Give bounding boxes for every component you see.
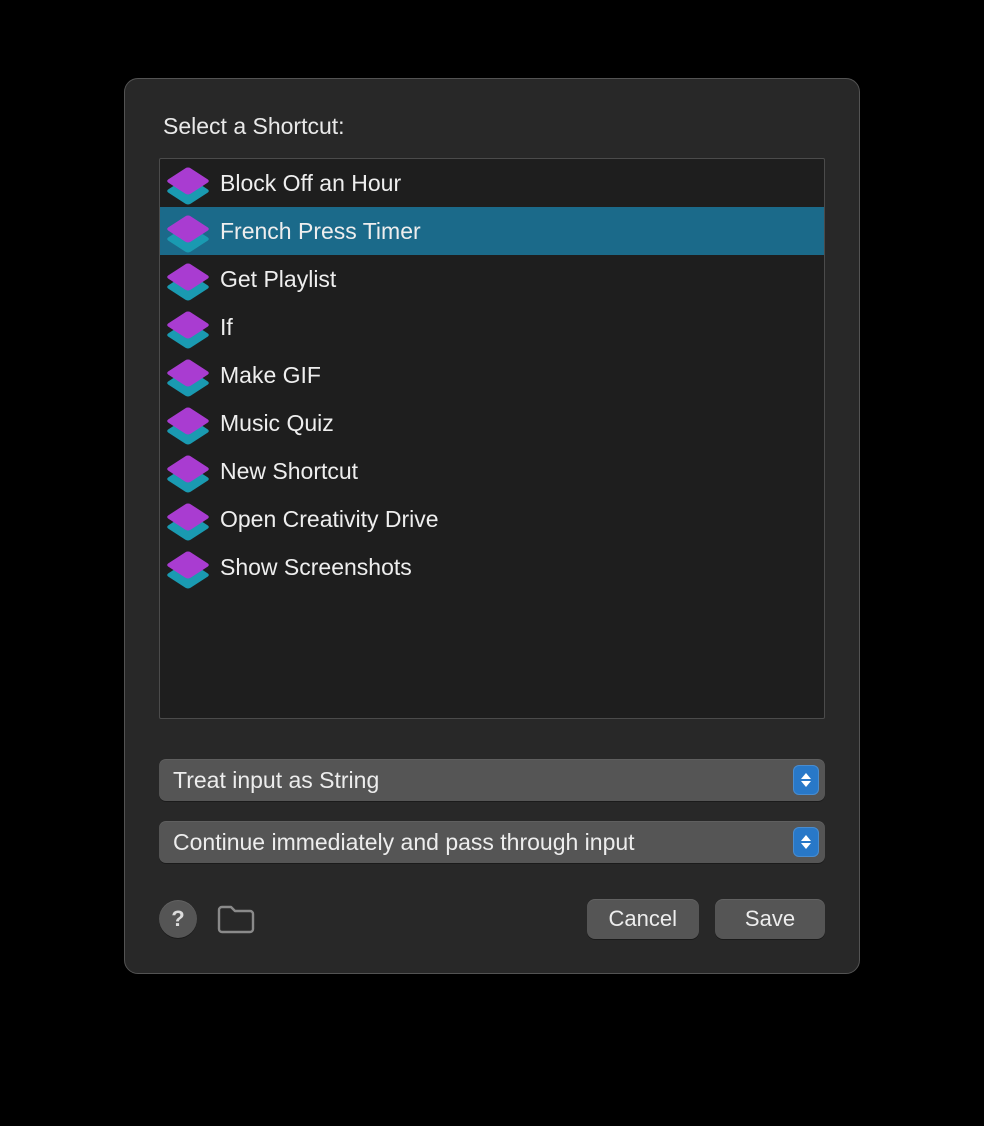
shortcut-stack-icon	[172, 551, 204, 583]
input-treatment-popup[interactable]: Treat input as String	[159, 759, 825, 801]
updown-stepper-icon	[793, 827, 819, 857]
list-item[interactable]: New Shortcut	[160, 447, 824, 495]
shortcut-stack-icon	[172, 167, 204, 199]
select-shortcut-dialog: Select a Shortcut: Block Off an Hour Fren…	[124, 78, 860, 974]
folder-icon	[216, 903, 256, 935]
shortcut-stack-icon	[172, 263, 204, 295]
list-item[interactable]: Get Playlist	[160, 255, 824, 303]
list-item[interactable]: Music Quiz	[160, 399, 824, 447]
dialog-heading: Select a Shortcut:	[163, 113, 825, 140]
shortcut-stack-icon	[172, 311, 204, 343]
list-item[interactable]: Show Screenshots	[160, 543, 824, 591]
folder-button[interactable]	[213, 900, 259, 938]
shortcut-stack-icon	[172, 359, 204, 391]
cancel-button[interactable]: Cancel	[587, 899, 699, 939]
shortcut-stack-icon	[172, 455, 204, 487]
shortcut-stack-icon	[172, 503, 204, 535]
continue-behavior-popup[interactable]: Continue immediately and pass through in…	[159, 821, 825, 863]
list-item-label: Block Off an Hour	[220, 170, 401, 197]
help-button[interactable]: ?	[159, 900, 197, 938]
cancel-button-label: Cancel	[609, 906, 677, 932]
list-item[interactable]: Block Off an Hour	[160, 159, 824, 207]
list-item[interactable]: French Press Timer	[160, 207, 824, 255]
help-icon: ?	[171, 906, 184, 932]
shortcut-stack-icon	[172, 215, 204, 247]
dialog-footer: ? Cancel Save	[159, 899, 825, 939]
list-item-label: Show Screenshots	[220, 554, 412, 581]
dropdown-group: Treat input as String Continue immediate…	[159, 759, 825, 863]
save-button[interactable]: Save	[715, 899, 825, 939]
list-item-label: Get Playlist	[220, 266, 336, 293]
list-item-label: Music Quiz	[220, 410, 334, 437]
list-item[interactable]: Make GIF	[160, 351, 824, 399]
shortcut-stack-icon	[172, 407, 204, 439]
list-item-label: Open Creativity Drive	[220, 506, 439, 533]
input-treatment-label: Treat input as String	[173, 767, 379, 794]
list-item-label: French Press Timer	[220, 218, 421, 245]
shortcut-listbox[interactable]: Block Off an Hour French Press Timer Get P…	[159, 158, 825, 719]
list-item[interactable]: If	[160, 303, 824, 351]
list-item-label: Make GIF	[220, 362, 321, 389]
list-item-label: If	[220, 314, 233, 341]
continue-behavior-label: Continue immediately and pass through in…	[173, 829, 635, 856]
save-button-label: Save	[745, 906, 795, 932]
updown-stepper-icon	[793, 765, 819, 795]
list-item[interactable]: Open Creativity Drive	[160, 495, 824, 543]
list-item-label: New Shortcut	[220, 458, 358, 485]
